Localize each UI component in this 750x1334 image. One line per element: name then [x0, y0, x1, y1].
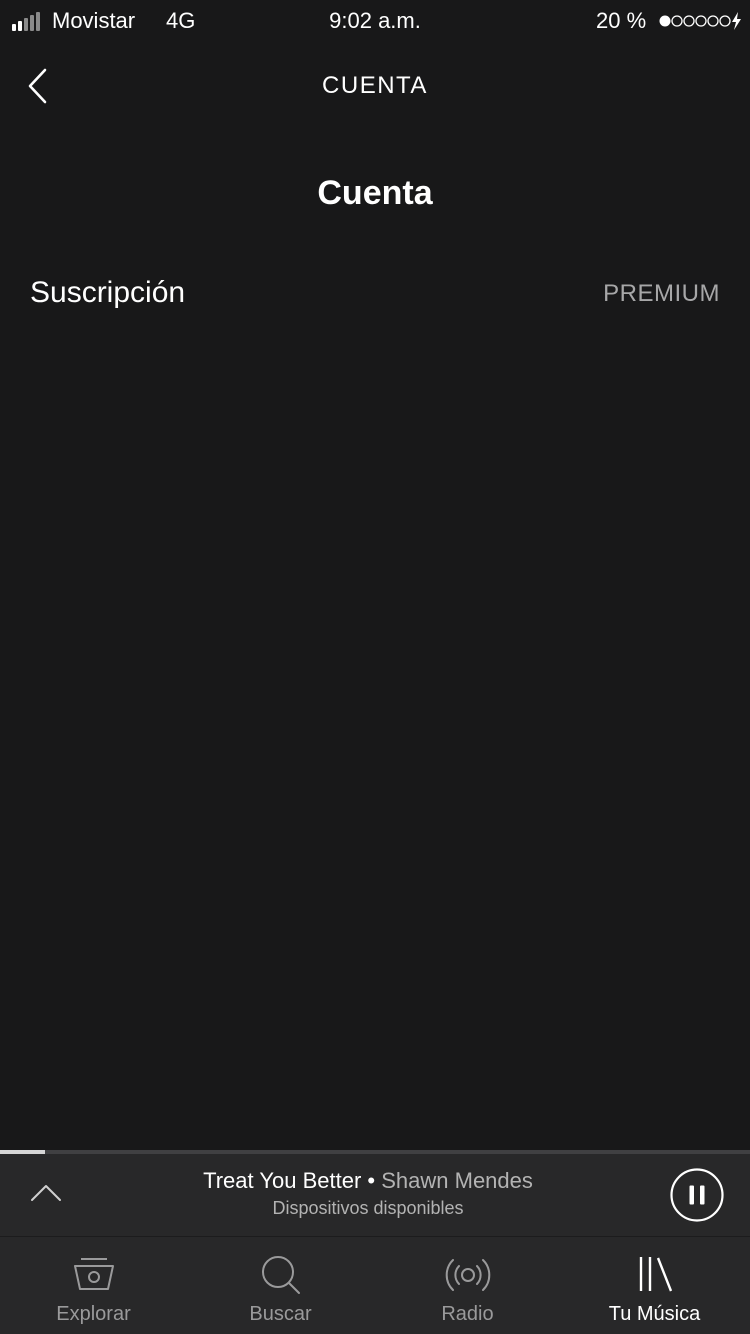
tab-bar: Explorar Buscar Radio Tu Música: [0, 1236, 750, 1334]
pause-button[interactable]: [670, 1168, 724, 1222]
tab-label-explorar: Explorar: [56, 1303, 131, 1325]
subscription-row: Suscripción PREMIUM: [0, 260, 750, 330]
library-icon: [639, 1257, 672, 1292]
tab-radio[interactable]: Radio: [374, 1237, 561, 1334]
explore-icon: [73, 1258, 114, 1290]
nav-title: CUENTA: [322, 72, 428, 99]
mini-player[interactable]: Treat You Better • Shawn Mendes Disposit…: [0, 1154, 750, 1236]
tab-label-buscar: Buscar: [249, 1303, 312, 1325]
tab-label-tu-musica: Tu Música: [608, 1303, 701, 1325]
charging-icon: [732, 12, 741, 30]
track-title: Treat You Better: [203, 1168, 362, 1193]
search-icon: [261, 1256, 300, 1294]
subscription-label: Suscripción: [30, 276, 186, 309]
tab-tu-musica[interactable]: Tu Música: [561, 1237, 748, 1334]
page-title: Cuenta: [317, 174, 433, 212]
track-separator: •: [361, 1168, 382, 1193]
now-playing-line: Treat You Better • Shawn Mendes: [0, 1168, 736, 1194]
subscription-value: PREMIUM: [603, 280, 720, 307]
battery-percent: 20 %: [596, 8, 647, 33]
radio-icon: [445, 1259, 490, 1291]
devices-available[interactable]: Dispositivos disponibles: [0, 1198, 736, 1219]
tab-label-radio: Radio: [441, 1303, 494, 1325]
pause-icon: [670, 1168, 724, 1222]
tab-buscar[interactable]: Buscar: [187, 1237, 374, 1334]
status-bar: Movistar 4G 9:02 a.m. 20 %: [0, 0, 750, 42]
nav-bar: CUENTA: [0, 42, 750, 132]
tab-explorar[interactable]: Explorar: [0, 1237, 187, 1334]
track-artist: Shawn Mendes: [381, 1168, 533, 1193]
battery-dots-icon: [659, 12, 741, 30]
